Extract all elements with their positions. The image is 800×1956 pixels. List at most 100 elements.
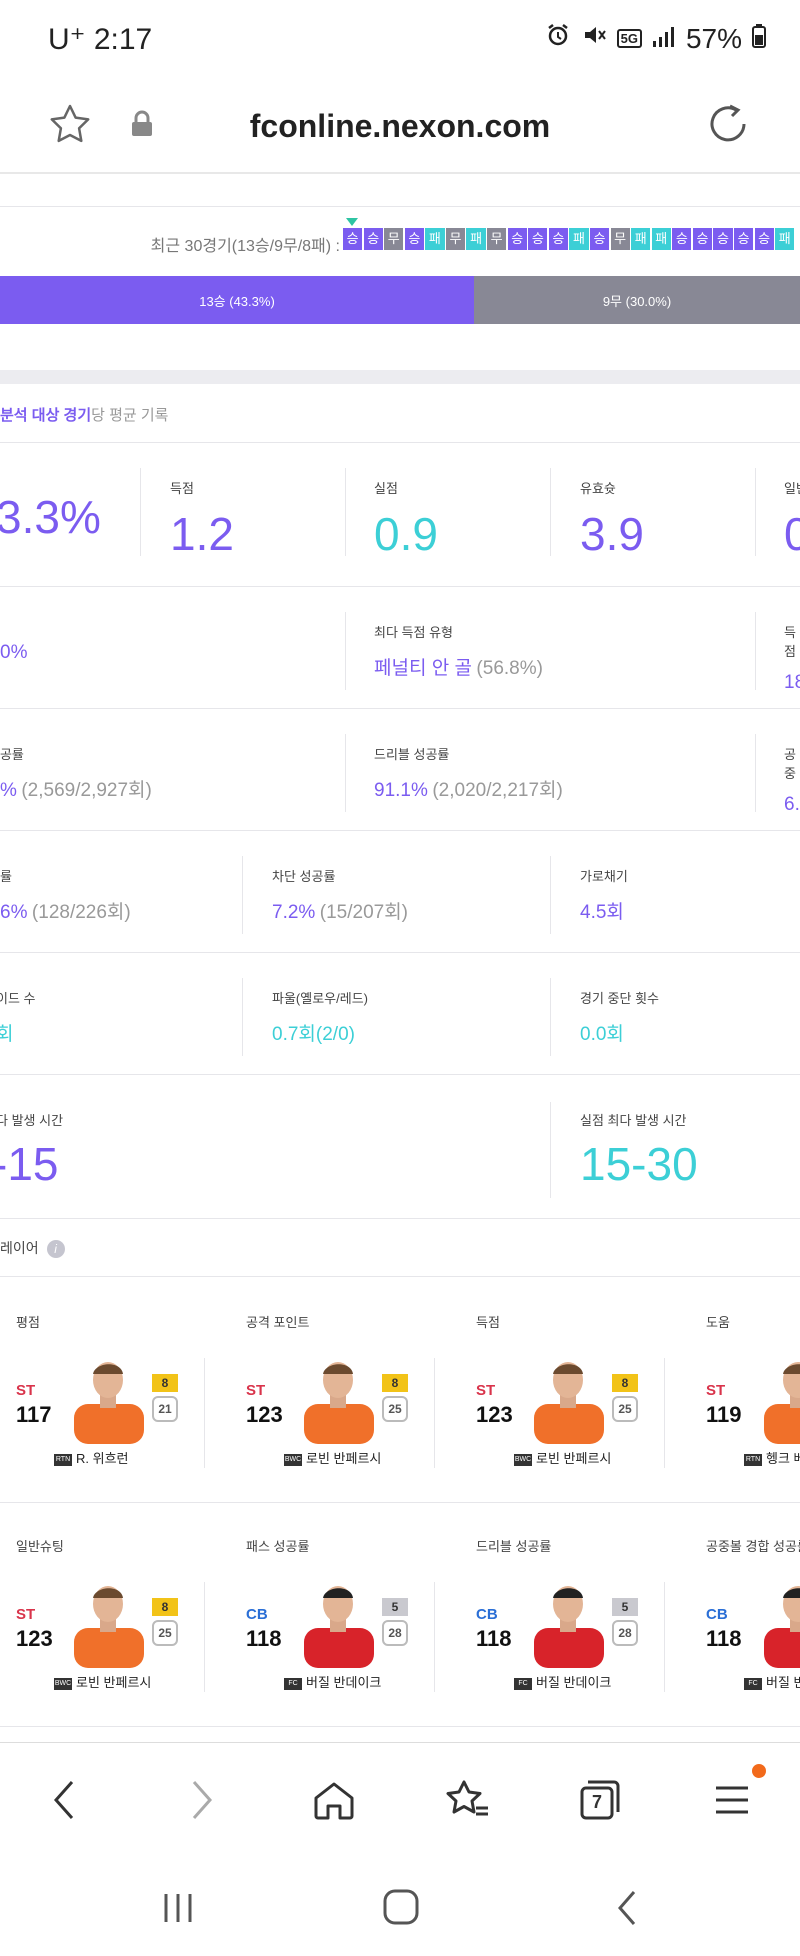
stat-tackle-rate: 공률 6% (128/226회) xyxy=(0,869,131,923)
player-ovr: 118 xyxy=(476,1626,512,1651)
player-photo xyxy=(292,1350,384,1444)
season-badge: BWC xyxy=(514,1453,532,1466)
carrier-label: U⁺ 2:17 xyxy=(48,23,153,56)
stat-stoppages: 경기 중단 횟수 0.0회 xyxy=(580,991,659,1045)
battery-percent: 57% xyxy=(685,22,742,54)
result-box: 승 xyxy=(548,228,568,250)
enhance-grade: 8 xyxy=(152,1598,178,1616)
network-5g-icon: 5G xyxy=(616,29,642,48)
recent-results-label: 최근 30경기(13승/9무/8패) : xyxy=(150,238,340,255)
home-button-icon[interactable] xyxy=(382,1888,420,1931)
player-name: FC 버질 반데이크 xyxy=(284,1672,381,1691)
player-card[interactable]: 공중볼 경합 성공률 CB 118 FC버질 반데 xyxy=(706,1536,800,1690)
mute-icon xyxy=(581,22,607,55)
card-title: 패스 성공률 xyxy=(246,1539,310,1554)
player-position: CB xyxy=(246,1606,268,1623)
recent-apps-icon[interactable] xyxy=(160,1890,196,1931)
season-badge: FC xyxy=(744,1677,762,1690)
season-badge: BWC xyxy=(284,1453,302,1466)
player-card[interactable]: 득점 ST 123 8 25 BWC 로빈 반페르시 xyxy=(476,1312,706,1466)
recent-results-row: 최근 30경기(13승/9무/8패) : 승승무승패무패무승승승패승무패패승승승… xyxy=(0,218,800,256)
forward-icon[interactable] xyxy=(184,1778,218,1827)
stat-aerial-rate: 공중 6. xyxy=(784,747,800,815)
section-divider xyxy=(0,370,800,384)
card-title: 공격 포인트 xyxy=(246,1315,310,1330)
player-ovr: 123 xyxy=(246,1402,283,1427)
player-position: CB xyxy=(706,1606,728,1623)
stat-pass-rate: 성공률 % (2,569/2,927회) xyxy=(0,747,152,801)
stat-conceded: 실점 0.9 xyxy=(374,481,438,560)
stat-block-rate: 차단 성공률 7.2% (15/207회) xyxy=(272,869,409,923)
system-back-icon[interactable] xyxy=(612,1888,642,1933)
result-box: 승 xyxy=(589,228,610,250)
player-name: FC버질 반데 xyxy=(744,1672,800,1691)
player-position: ST xyxy=(246,1382,266,1399)
back-icon[interactable] xyxy=(48,1778,82,1827)
player-card[interactable]: 패스 성공률 CB 118 5 28 FC 버질 반데이크 xyxy=(246,1536,476,1690)
player-position: CB xyxy=(476,1606,498,1623)
result-box: 승 xyxy=(343,228,363,250)
card-divider xyxy=(664,1358,665,1468)
player-ovr: 119 xyxy=(706,1402,742,1427)
home-icon[interactable] xyxy=(312,1780,356,1825)
player-position: ST xyxy=(16,1606,36,1623)
stat-dribble-rate: 드리블 성공률 91.1% (2,020/2,217회) xyxy=(374,747,563,801)
result-box: 무 xyxy=(384,228,404,250)
season-badge: RTN xyxy=(54,1453,72,1466)
player-name: BWC 로빈 반페르시 xyxy=(54,1675,152,1690)
player-level: 25 xyxy=(612,1396,638,1422)
result-box: 패 xyxy=(651,228,671,250)
player-name: BWC 로빈 반페르시 xyxy=(514,1451,612,1466)
result-box: 무 xyxy=(610,228,630,250)
player-name: FC 버질 반데이크 xyxy=(514,1672,611,1691)
current-marker-icon xyxy=(346,218,358,226)
result-box: 승 xyxy=(507,228,527,250)
player-name: RTN R. 위흐런 xyxy=(54,1451,129,1466)
card-divider xyxy=(204,1582,205,1692)
card-title: 공중볼 경합 성공률 xyxy=(706,1539,800,1554)
season-badge: RTN xyxy=(744,1453,762,1466)
player-level: 28 xyxy=(612,1620,638,1646)
browser-address-bar: fconline.nexon.com xyxy=(0,80,800,174)
player-card[interactable]: 공격 포인트 ST 123 8 25 BWC 로빈 반페르시 xyxy=(246,1312,476,1466)
player-photo xyxy=(522,1574,614,1668)
card-divider xyxy=(204,1358,205,1468)
player-name: RTN 헹크 베 xyxy=(744,1451,800,1466)
url-text[interactable]: fconline.nexon.com xyxy=(0,108,800,145)
player-photo xyxy=(62,1350,154,1444)
notification-dot xyxy=(752,1764,766,1778)
result-box: 패 xyxy=(569,228,589,250)
result-box: 승 xyxy=(754,228,774,250)
players-section-title: 레이어 i xyxy=(0,1238,65,1259)
browser-toolbar: 7 xyxy=(0,1742,800,1854)
enhance-grade: 5 xyxy=(382,1598,408,1616)
player-ovr: 123 xyxy=(476,1402,513,1427)
player-card[interactable]: 일반슈팅 ST 123 8 25 BWC 로빈 반페르시 xyxy=(16,1536,246,1690)
stat-goals: 득점 1.2 xyxy=(170,481,234,560)
reload-icon[interactable] xyxy=(706,102,750,151)
result-box: 승 xyxy=(692,228,713,250)
result-box: 승 xyxy=(733,228,754,250)
card-title: 평점 xyxy=(16,1315,40,1330)
tabs-icon[interactable]: 7 xyxy=(578,1778,622,1822)
draw-segment: 9무 (30.0%) xyxy=(474,276,800,324)
player-name: BWC 로빈 반페르시 xyxy=(284,1451,382,1466)
player-card[interactable]: 평점 ST 117 8 21 RTN R. 위흐런 xyxy=(16,1312,246,1466)
player-card[interactable]: 드리블 성공률 CB 118 5 28 FC 버질 반데이크 xyxy=(476,1536,706,1690)
enhance-grade: 8 xyxy=(612,1374,638,1392)
result-box: 패 xyxy=(466,228,486,250)
status-bar: U⁺ 2:17 5G 57% xyxy=(0,0,800,80)
stat-top-goal-type: 최다 득점 유형 페널티 안 골 (56.8%) xyxy=(374,625,543,679)
card-divider xyxy=(664,1582,665,1692)
player-level: 25 xyxy=(382,1396,408,1422)
result-box: 무 xyxy=(445,228,466,250)
stat-interceptions: 가로채기 4.5회 xyxy=(580,869,628,923)
season-badge: FC xyxy=(514,1677,532,1690)
bookmarks-icon[interactable] xyxy=(444,1778,492,1827)
info-icon[interactable]: i xyxy=(46,1240,65,1259)
menu-icon[interactable] xyxy=(712,1780,752,1825)
player-card[interactable]: 도움 ST 119 RTN 헹크 베 xyxy=(706,1312,800,1466)
status-icons: 5G 57% xyxy=(545,22,766,55)
enhance-grade: 8 xyxy=(152,1374,178,1392)
stat-general: 일반 0 xyxy=(784,481,800,560)
